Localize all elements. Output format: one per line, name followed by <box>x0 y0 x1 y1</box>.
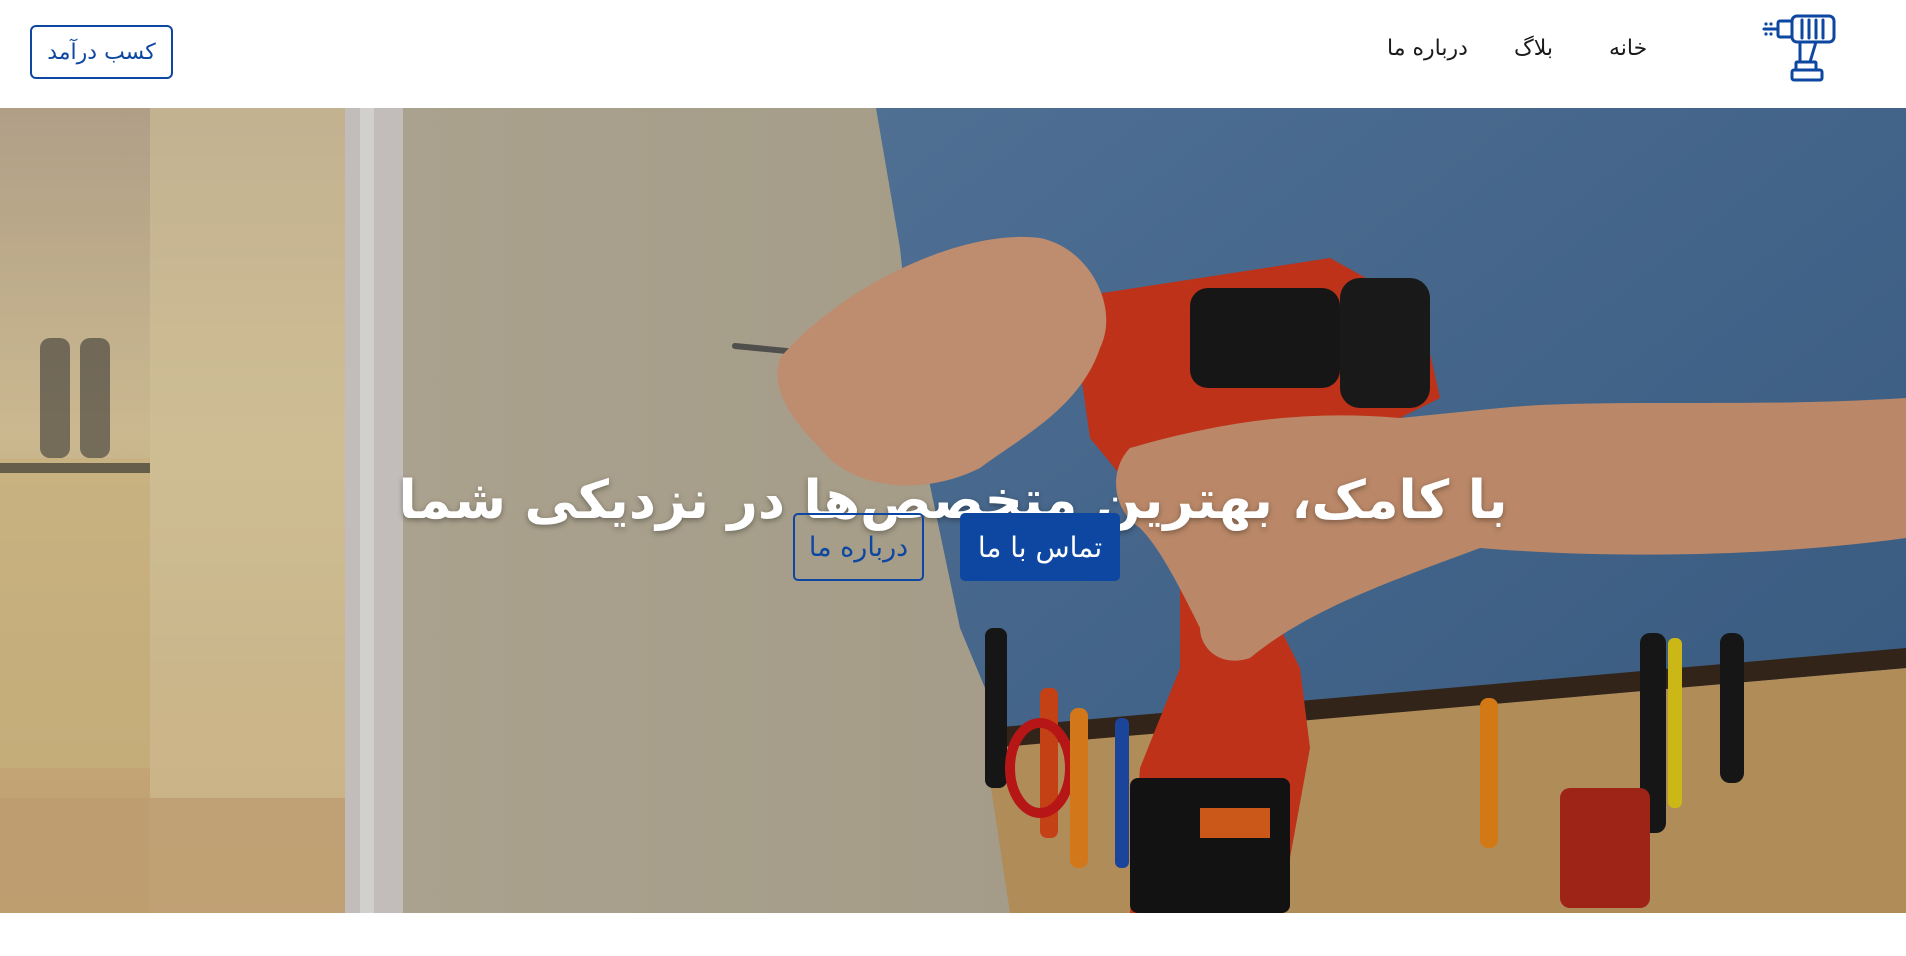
nav-item-blog[interactable]: بلاگ <box>1514 36 1553 61</box>
top-navbar: کسب درآمد خانه بلاگ درباره ما <box>0 0 1906 108</box>
about-us-button[interactable]: درباره ما <box>793 513 924 581</box>
contact-us-button[interactable]: تماس با ما <box>960 513 1120 581</box>
hero-section: با کامک، بهترین متخصص‌ها در نزدیکی شما ت… <box>0 108 1906 913</box>
hero-title: با کامک، بهترین متخصص‌ها در نزدیکی شما <box>398 470 1508 531</box>
drill-icon[interactable] <box>1762 12 1838 84</box>
nav-item-about[interactable]: درباره ما <box>1387 36 1468 61</box>
nav-item-home[interactable]: خانه <box>1609 36 1647 61</box>
earn-income-button[interactable]: کسب درآمد <box>30 25 173 79</box>
